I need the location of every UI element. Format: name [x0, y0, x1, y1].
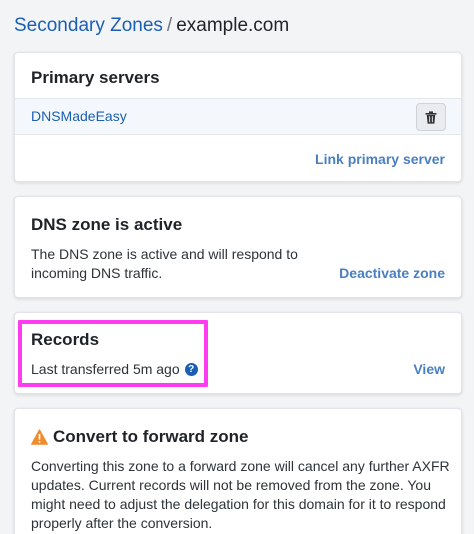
breadcrumb-secondary-zones[interactable]: Secondary Zones — [14, 15, 163, 36]
trash-icon — [425, 110, 437, 124]
help-icon[interactable]: ? — [184, 362, 198, 376]
breadcrumb: Secondary Zones / example.com — [14, 14, 289, 38]
zone-status-title: DNS zone is active — [31, 215, 183, 234]
records-title: Records — [31, 330, 100, 349]
records-card: Records Last transferred 5m ago ? View — [14, 312, 462, 394]
delete-server-button[interactable] — [416, 103, 446, 131]
breadcrumb-separator: / — [166, 15, 173, 36]
primary-server-name[interactable]: DNSMadeEasy — [31, 108, 127, 124]
convert-description: Converting this zone to a forward zone w… — [31, 458, 450, 531]
primary-server-row: DNSMadeEasy — [15, 98, 461, 135]
link-primary-server-button[interactable]: Link primary server — [315, 151, 445, 167]
last-transferred-text: Last transferred 5m ago — [31, 361, 180, 377]
warning-icon — [31, 429, 48, 445]
convert-title: Convert to forward zone — [53, 427, 249, 446]
page-title: example.com — [176, 15, 290, 36]
zone-status-card: DNS zone is active The DNS zone is activ… — [14, 196, 462, 298]
primary-servers-title: Primary servers — [31, 68, 160, 87]
convert-title-row: Convert to forward zone — [31, 426, 249, 448]
last-transferred: Last transferred 5m ago ? — [31, 361, 198, 377]
view-records-button[interactable]: View — [413, 361, 445, 377]
primary-servers-card: Primary servers DNSMadeEasy Link primary… — [14, 52, 462, 182]
zone-status-description: The DNS zone is active and will respond … — [31, 246, 298, 281]
deactivate-zone-button[interactable]: Deactivate zone — [339, 265, 445, 281]
convert-zone-card: Convert to forward zone Converting this … — [14, 408, 462, 534]
